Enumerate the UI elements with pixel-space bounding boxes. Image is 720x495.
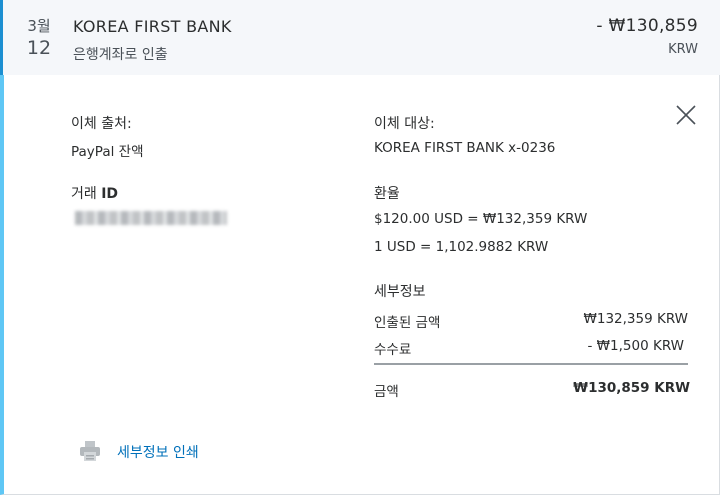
transaction-date: 3월 12 <box>23 16 55 60</box>
breakdown-label: 세부정보 <box>374 284 426 300</box>
exchange-rate-line1: $120.00 USD = ₩132,359 KRW <box>374 211 588 227</box>
fee-value: - ₩1,500 KRW <box>587 338 684 354</box>
total-label: 금액 <box>374 384 399 400</box>
exchange-rate-line2: 1 USD = 1,102.9882 KRW <box>374 239 549 255</box>
close-details-button[interactable] <box>674 103 698 127</box>
printer-icon[interactable] <box>79 440 101 462</box>
transfer-to-value: KOREA FIRST BANK x-0236 <box>374 140 556 156</box>
transaction-summary-row[interactable]: 3월 12 KOREA FIRST BANK 은행계좌로 인출 - ₩130,8… <box>0 0 720 75</box>
transfer-from-label: 이체 출처: <box>71 116 132 132</box>
transaction-id-label: 거래 ID <box>71 183 118 203</box>
exchange-rate-label: 환율 <box>374 186 400 202</box>
transaction-type: 은행계좌로 인출 <box>73 47 168 63</box>
withdrawn-label: 인출된 금액 <box>374 315 441 331</box>
transaction-id-label-id: ID <box>101 186 119 202</box>
total-value: ₩130,859 KRW <box>573 380 690 396</box>
merchant-name: KOREA FIRST BANK <box>73 17 232 36</box>
transaction-day: 12 <box>26 37 52 59</box>
transaction-currency: KRW <box>668 42 698 57</box>
transaction-id-value-blurred <box>75 211 227 225</box>
fee-label: 수수료 <box>374 342 412 358</box>
transaction-amount: - ₩130,859 <box>596 16 698 36</box>
withdrawn-value: ₩132,359 KRW <box>583 311 689 327</box>
transfer-from-value: PayPal 잔액 <box>71 144 144 160</box>
transaction-id-label-prefix: 거래 <box>71 186 102 202</box>
print-details-link[interactable]: 세부정보 인쇄 <box>117 442 199 462</box>
transaction-month: 3월 <box>27 17 51 35</box>
close-icon <box>676 105 696 125</box>
transfer-to-label: 이체 대상: <box>374 116 435 132</box>
transaction-details-panel: 이체 출처: PayPal 잔액 거래 ID 이체 대상: KOREA FIRS… <box>0 75 720 495</box>
breakdown-divider <box>374 363 688 365</box>
